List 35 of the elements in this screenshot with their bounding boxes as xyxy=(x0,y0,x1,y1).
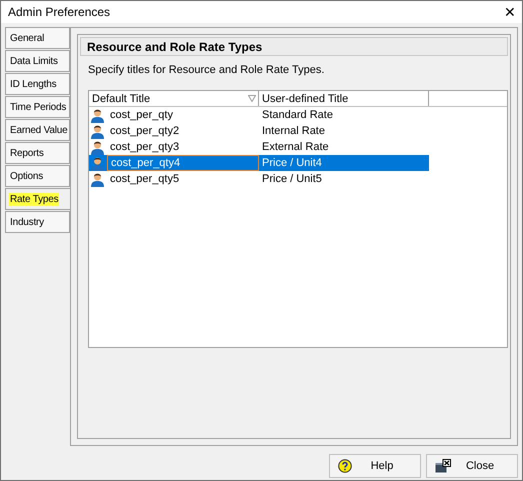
column-header[interactable]: Default Title xyxy=(89,91,259,106)
help-icon xyxy=(338,459,352,473)
tab[interactable]: Time Periods xyxy=(5,96,70,118)
person-icon xyxy=(90,108,105,122)
person-icon xyxy=(90,156,105,170)
table-cell: Price / Unit4 xyxy=(259,155,429,171)
tab[interactable]: Data Limits xyxy=(5,50,70,72)
help-button[interactable]: Help xyxy=(329,454,421,478)
table-cell-text: cost_per_qty xyxy=(109,108,174,123)
window-close-icon xyxy=(435,459,451,473)
panel-header: Resource and Role Rate Types xyxy=(80,37,508,56)
table-cell-text: Price / Unit5 xyxy=(261,172,323,187)
tab[interactable]: Options xyxy=(5,165,70,187)
table-cell-text: Internal Rate xyxy=(261,124,326,139)
table-cell-text: cost_per_qty3 xyxy=(109,140,180,155)
person-icon xyxy=(90,124,105,138)
tab[interactable]: Industry xyxy=(5,211,70,233)
window-title: Admin Preferences xyxy=(8,5,110,19)
description-text: Specify titles for Resource and Role Rate Types. xyxy=(88,64,326,76)
person-icon xyxy=(90,172,105,186)
table-cell-text: cost_per_qty2 xyxy=(109,124,180,139)
close-dialog-button[interactable]: Close xyxy=(426,454,518,478)
column-header[interactable]: User-defined Title xyxy=(259,91,429,106)
filter-icon xyxy=(248,95,256,102)
table-cell: cost_per_qty4 xyxy=(107,155,259,171)
table-cell-text: cost_per_qty5 xyxy=(109,172,180,187)
tab[interactable]: Rate Types xyxy=(5,188,71,210)
tab[interactable]: Earned Value xyxy=(5,119,70,141)
table-cell-text: Standard Rate xyxy=(261,108,334,123)
close-button[interactable]: ✕ xyxy=(504,4,516,20)
tab[interactable]: General xyxy=(5,27,70,49)
tab[interactable]: Reports xyxy=(5,142,70,164)
person-icon xyxy=(90,140,105,154)
tab[interactable]: ID Lengths xyxy=(5,73,70,95)
table-cell-text: External Rate xyxy=(261,140,330,155)
